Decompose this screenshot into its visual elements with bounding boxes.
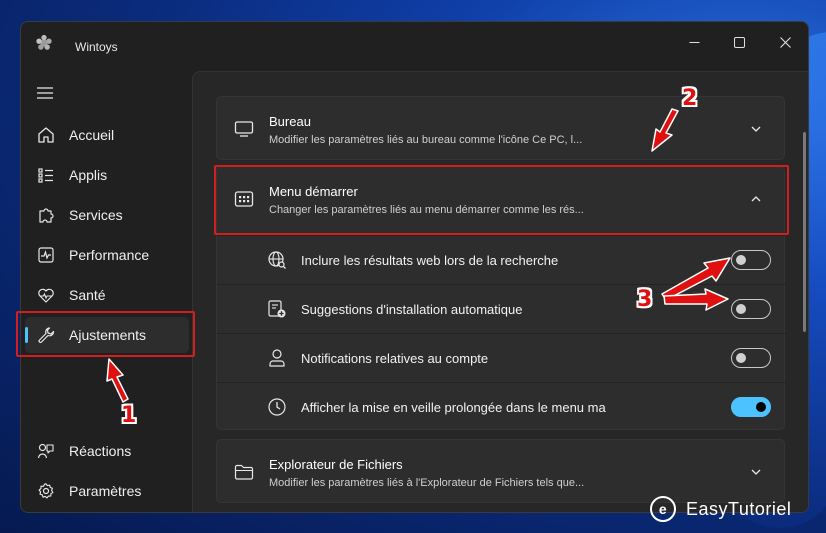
card-subtitle: Modifier les paramètres liés au bureau c… [269,134,583,146]
sidebar-item-services[interactable]: Services [21,197,191,233]
toggle-hibernate[interactable] [731,397,771,417]
folder-icon [234,464,254,480]
sidebar-item-label: Performance [69,247,150,263]
gear-icon [38,483,54,499]
sidebar-item-label: Paramètres [69,483,142,499]
toggle-knob [736,304,746,314]
sidebar-item-sante[interactable]: Santé [21,277,191,313]
toggle-knob [756,402,766,412]
watermark: e EasyTutoriel [650,496,791,522]
app-logo-icon [36,34,52,50]
annotation-number-1: 1 [121,403,137,428]
sidebar-item-reactions[interactable]: Réactions [21,433,191,469]
close-icon [779,36,791,48]
sidebar-item-label: Services [69,207,123,223]
annotation-number-2: 2 [682,86,698,111]
maximize-icon [733,36,745,48]
card-title: Explorateur de Fichiers [269,457,403,472]
card-explorateur[interactable]: Explorateur de Fichiers Modifier les par… [216,439,785,503]
health-icon [38,288,54,303]
apps-list-icon [38,168,53,183]
minimize-button[interactable] [674,30,714,54]
person-icon [269,349,285,367]
watermark-text: EasyTutoriel [686,498,792,519]
app-title: Wintoys [75,40,118,54]
install-suggest-icon [268,300,286,318]
sidebar-item-label: Santé [69,287,106,303]
scrollbar-thumb[interactable] [803,132,806,332]
globe-search-icon [268,251,286,269]
puzzle-icon [39,208,54,223]
annotation-arrow-2 [651,108,679,152]
watermark-logo-icon: e [650,496,676,522]
setting-label: Notifications relatives au compte [301,351,489,366]
annotation-arrow-1 [106,358,129,403]
setting-label: Inclure les résultats web lors de la rec… [301,253,559,268]
sidebar-nav: Accueil Applis Services Performance Sant… [21,72,193,512]
toggle-knob [736,255,746,265]
card-bureau[interactable]: Bureau Modifier les paramètres liés au b… [216,96,785,160]
setting-row-account-notifications: Notifications relatives au compte [217,333,786,382]
sidebar-item-applis[interactable]: Applis [21,157,191,193]
title-bar: Wintoys [21,22,808,58]
close-button[interactable] [765,30,805,54]
setting-label: Afficher la mise en veille prolongée dan… [301,400,606,415]
setting-label: Suggestions d'installation automatique [301,302,523,317]
card-explorer-header[interactable]: Explorateur de Fichiers Modifier les par… [217,440,784,504]
annotation-number-3: 3 [637,287,653,312]
monitor-icon [234,121,254,137]
toggle-web-results[interactable] [731,250,771,270]
minimize-icon [689,41,699,43]
toggle-install-suggestions[interactable] [731,299,771,319]
card-bureau-header[interactable]: Bureau Modifier les paramètres liés au b… [217,97,784,161]
feedback-icon [37,443,54,459]
toggle-account-notifications[interactable] [731,348,771,368]
home-icon [38,127,54,143]
sidebar-item-label: Accueil [69,127,115,143]
setting-row-hibernate: Afficher la mise en veille prolongée dan… [217,382,786,431]
sidebar-item-label: Applis [69,167,108,183]
clock-icon [268,398,286,416]
sidebar-item-accueil[interactable]: Accueil [21,117,191,153]
maximize-button[interactable] [719,30,759,54]
performance-icon [38,247,54,263]
annotation-box-ajustements [16,311,195,357]
chevron-down-icon[interactable] [750,123,762,135]
sidebar-item-parametres[interactable]: Paramètres [21,473,191,509]
card-subtitle: Modifier les paramètres liés à l'Explora… [269,477,585,489]
sidebar-item-performance[interactable]: Performance [21,237,191,273]
annotation-box-menu-demarrer [214,165,789,235]
sidebar-item-label: Réactions [69,443,132,459]
annotation-arrow-3-bottom [663,288,729,311]
hamburger-menu-icon[interactable] [36,86,54,100]
card-title: Bureau [269,114,311,129]
toggle-knob [736,353,746,363]
chevron-down-icon[interactable] [750,466,762,478]
